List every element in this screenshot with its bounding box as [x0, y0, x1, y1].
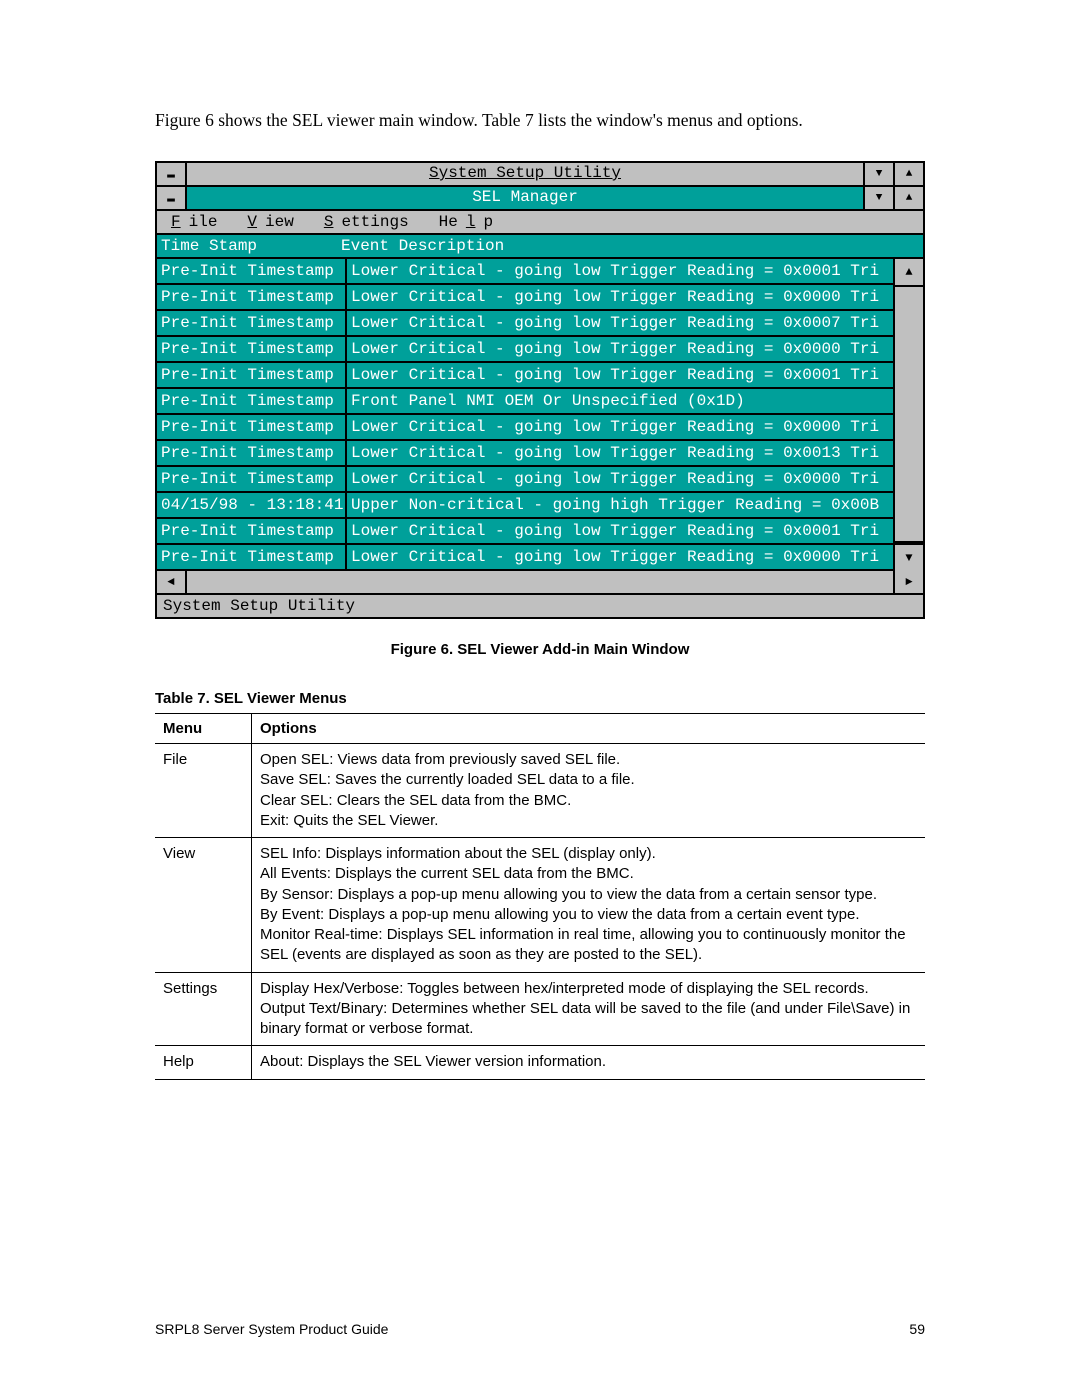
- cell-menu: Help: [155, 1046, 252, 1079]
- cell-timestamp: 04/15/98 - 13:18:41: [157, 493, 347, 517]
- sysmenu-icon[interactable]: ▬: [157, 163, 187, 185]
- table-row[interactable]: Pre-Init TimestampLower Critical - going…: [157, 259, 893, 285]
- cell-timestamp: Pre-Init Timestamp: [157, 259, 347, 283]
- table-row[interactable]: Pre-Init TimestampLower Critical - going…: [157, 363, 893, 389]
- cell-event: Lower Critical - going low Trigger Readi…: [347, 363, 893, 387]
- table-caption: Table 7. SEL Viewer Menus: [155, 690, 925, 707]
- maximize-icon[interactable]: ▲: [893, 163, 923, 185]
- table-row[interactable]: 04/15/98 - 13:18:41Upper Non-critical - …: [157, 493, 893, 519]
- figure-caption: Figure 6. SEL Viewer Add-in Main Window: [155, 641, 925, 658]
- cell-timestamp: Pre-Init Timestamp: [157, 467, 347, 491]
- table-row[interactable]: Pre-Init TimestampLower Critical - going…: [157, 285, 893, 311]
- cell-timestamp: Pre-Init Timestamp: [157, 415, 347, 439]
- table-row[interactable]: Pre-Init TimestampLower Critical - going…: [157, 441, 893, 467]
- cell-event: Lower Critical - going low Trigger Readi…: [347, 415, 893, 439]
- maximize-icon[interactable]: ▲: [893, 187, 923, 209]
- table-row[interactable]: Pre-Init TimestampLower Critical - going…: [157, 337, 893, 363]
- cell-options: About: Displays the SEL Viewer version i…: [252, 1046, 926, 1079]
- cell-menu: File: [155, 744, 252, 838]
- cell-timestamp: Pre-Init Timestamp: [157, 285, 347, 309]
- vertical-scrollbar[interactable]: ▲ ▼: [893, 259, 923, 571]
- table-row[interactable]: Pre-Init TimestampLower Critical - going…: [157, 415, 893, 441]
- cell-timestamp: Pre-Init Timestamp: [157, 545, 347, 569]
- table-row[interactable]: Pre-Init TimestampLower Critical - going…: [157, 519, 893, 545]
- outer-titlebar: ▬ System Setup Utility ▼ ▲: [157, 163, 923, 187]
- footer-page-number: 59: [909, 1321, 925, 1337]
- scroll-right-icon[interactable]: ►: [893, 571, 923, 593]
- scroll-down-icon[interactable]: ▼: [895, 543, 923, 571]
- cell-timestamp: Pre-Init Timestamp: [157, 363, 347, 387]
- sel-viewer-window: ▬ System Setup Utility ▼ ▲ ▬ SEL Manager…: [155, 161, 925, 619]
- cell-event: Upper Non-critical - going high Trigger …: [347, 493, 893, 517]
- intro-text: Figure 6 shows the SEL viewer main windo…: [155, 110, 925, 131]
- scroll-up-icon[interactable]: ▲: [895, 259, 923, 287]
- cell-event: Lower Critical - going low Trigger Readi…: [347, 519, 893, 543]
- cell-menu: Settings: [155, 972, 252, 1046]
- cell-options: Open SEL: Views data from previously sav…: [252, 744, 926, 838]
- cell-menu: View: [155, 838, 252, 973]
- column-headers: Time Stamp Event Description: [157, 235, 923, 259]
- status-bar: System Setup Utility: [157, 593, 923, 617]
- cell-timestamp: Pre-Init Timestamp: [157, 441, 347, 465]
- cell-timestamp: Pre-Init Timestamp: [157, 519, 347, 543]
- menus-table: Menu Options FileOpen SEL: Views data fr…: [155, 713, 925, 1080]
- minimize-icon[interactable]: ▼: [863, 163, 893, 185]
- menu-bar: File View Settings Help: [157, 211, 923, 235]
- cell-event: Lower Critical - going low Trigger Readi…: [347, 545, 893, 569]
- menu-file[interactable]: File: [163, 213, 225, 231]
- table-row: ViewSEL Info: Displays information about…: [155, 838, 925, 973]
- scroll-left-icon[interactable]: ◄: [157, 571, 187, 593]
- footer-left: SRPL8 Server System Product Guide: [155, 1321, 388, 1337]
- outer-window-title: System Setup Utility: [187, 163, 863, 185]
- header-event: Event Description: [341, 237, 504, 255]
- table-row[interactable]: Pre-Init TimestampFront Panel NMI OEM Or…: [157, 389, 893, 415]
- table-row: SettingsDisplay Hex/Verbose: Toggles bet…: [155, 972, 925, 1046]
- table-row[interactable]: Pre-Init TimestampLower Critical - going…: [157, 467, 893, 493]
- inner-window-title: SEL Manager: [187, 187, 863, 209]
- th-options: Options: [252, 714, 926, 744]
- cell-options: Display Hex/Verbose: Toggles between hex…: [252, 972, 926, 1046]
- cell-event: Lower Critical - going low Trigger Readi…: [347, 337, 893, 361]
- table-row[interactable]: Pre-Init TimestampLower Critical - going…: [157, 545, 893, 571]
- cell-event: Front Panel NMI OEM Or Unspecified (0x1D…: [347, 389, 893, 413]
- cell-event: Lower Critical - going low Trigger Readi…: [347, 467, 893, 491]
- table-row: FileOpen SEL: Views data from previously…: [155, 744, 925, 838]
- cell-timestamp: Pre-Init Timestamp: [157, 311, 347, 335]
- menu-settings[interactable]: Settings: [316, 213, 417, 231]
- cell-event: Lower Critical - going low Trigger Readi…: [347, 441, 893, 465]
- cell-event: Lower Critical - going low Trigger Readi…: [347, 259, 893, 283]
- scroll-track[interactable]: [895, 287, 923, 543]
- cell-options: SEL Info: Displays information about the…: [252, 838, 926, 973]
- header-timestamp: Time Stamp: [161, 237, 341, 255]
- menu-help[interactable]: Help: [431, 213, 501, 231]
- sysmenu-icon[interactable]: ▬: [157, 187, 187, 209]
- scroll-track[interactable]: [187, 571, 893, 593]
- menu-view[interactable]: View: [239, 213, 301, 231]
- cell-event: Lower Critical - going low Trigger Readi…: [347, 311, 893, 335]
- cell-timestamp: Pre-Init Timestamp: [157, 337, 347, 361]
- horizontal-scrollbar[interactable]: ◄ ►: [157, 571, 923, 593]
- table-row: HelpAbout: Displays the SEL Viewer versi…: [155, 1046, 925, 1079]
- minimize-icon[interactable]: ▼: [863, 187, 893, 209]
- cell-event: Lower Critical - going low Trigger Readi…: [347, 285, 893, 309]
- cell-timestamp: Pre-Init Timestamp: [157, 389, 347, 413]
- table-row[interactable]: Pre-Init TimestampLower Critical - going…: [157, 311, 893, 337]
- inner-titlebar: ▬ SEL Manager ▼ ▲: [157, 187, 923, 211]
- th-menu: Menu: [155, 714, 252, 744]
